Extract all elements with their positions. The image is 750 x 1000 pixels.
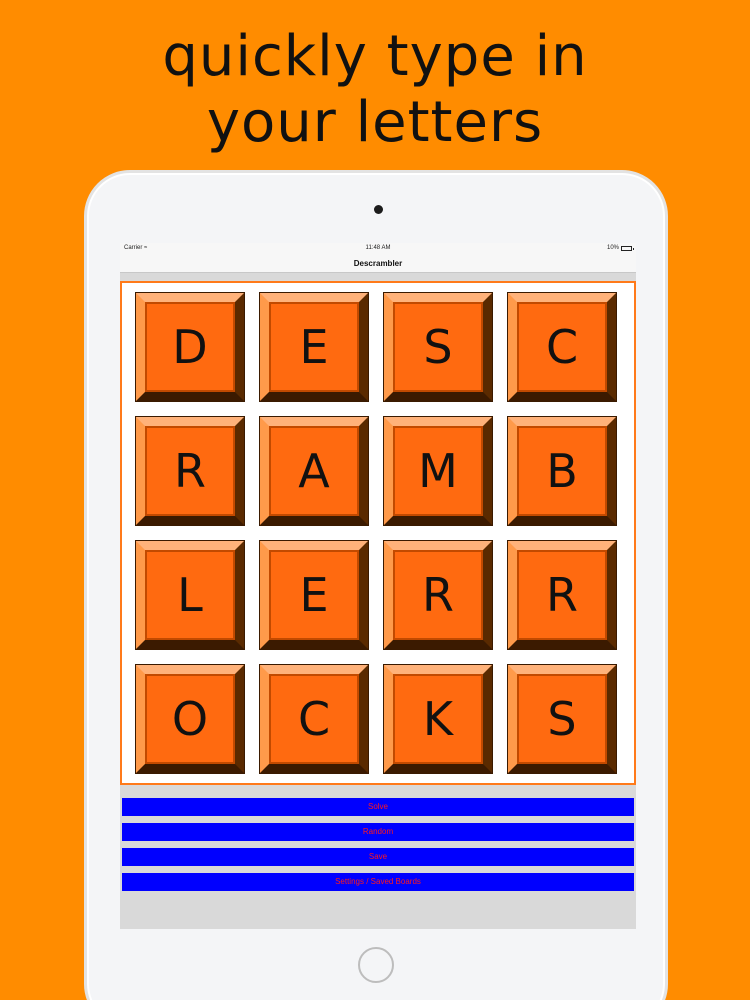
tile-letter: K	[422, 692, 454, 746]
settings-saved-boards-button[interactable]: Settings / Saved Boards	[122, 873, 634, 891]
tile-letter: E	[299, 568, 329, 622]
promo-headline: quickly type in your letters	[0, 24, 750, 156]
tile-letter: S	[547, 692, 577, 746]
tile-letter: O	[171, 692, 209, 746]
navigation-bar: Descrambler	[120, 254, 636, 273]
tile-letter: R	[546, 568, 578, 622]
tile-letter: E	[299, 320, 329, 374]
letter-tile[interactable]: C	[260, 665, 368, 773]
battery-indicator: 10%	[606, 245, 634, 251]
headline-line-1: quickly type in	[162, 24, 588, 89]
camera-icon	[374, 205, 383, 214]
battery-icon	[621, 245, 634, 251]
tile-letter: M	[418, 444, 458, 498]
letter-tile[interactable]: O	[136, 665, 244, 773]
letter-tile[interactable]: E	[260, 293, 368, 401]
letter-tile[interactable]: S	[384, 293, 492, 401]
letter-tile[interactable]: K	[384, 665, 492, 773]
tile-letter: C	[297, 692, 331, 746]
status-bar: Carrier ≈ 11:48 AM 10%	[120, 243, 636, 254]
tile-letter: A	[298, 444, 330, 498]
action-buttons: Solve Random Save Settings / Saved Board…	[120, 798, 636, 898]
tile-grid: D E S C R A M B L E R R O C K S	[136, 293, 620, 777]
letter-tile[interactable]: S	[508, 665, 616, 773]
ipad-frame: Carrier ≈ 11:48 AM 10% Descrambler D E S…	[84, 170, 668, 1000]
letter-tile[interactable]: R	[136, 417, 244, 525]
letter-tile[interactable]: R	[508, 541, 616, 649]
tile-letter: R	[174, 444, 206, 498]
letter-tile[interactable]: E	[260, 541, 368, 649]
letter-tile[interactable]: C	[508, 293, 616, 401]
letter-tile[interactable]: B	[508, 417, 616, 525]
battery-percent: 10%	[606, 245, 619, 251]
letter-tile[interactable]: R	[384, 541, 492, 649]
tile-letter: C	[545, 320, 579, 374]
letter-tile[interactable]: D	[136, 293, 244, 401]
tile-letter: B	[546, 444, 578, 498]
random-button[interactable]: Random	[122, 823, 634, 841]
letter-board: D E S C R A M B L E R R O C K S	[120, 281, 636, 785]
letter-tile[interactable]: L	[136, 541, 244, 649]
tile-letter: S	[423, 320, 453, 374]
tile-letter: L	[177, 568, 203, 622]
letter-tile[interactable]: A	[260, 417, 368, 525]
page-title: Descrambler	[353, 259, 403, 268]
tile-letter: R	[422, 568, 454, 622]
letter-tile[interactable]: M	[384, 417, 492, 525]
solve-button[interactable]: Solve	[122, 798, 634, 816]
app-screen: Carrier ≈ 11:48 AM 10% Descrambler D E S…	[120, 243, 636, 929]
tile-letter: D	[172, 320, 208, 374]
home-button[interactable]	[358, 947, 394, 983]
status-time: 11:48 AM	[365, 245, 391, 251]
headline-line-2: your letters	[206, 90, 544, 155]
save-button[interactable]: Save	[122, 848, 634, 866]
